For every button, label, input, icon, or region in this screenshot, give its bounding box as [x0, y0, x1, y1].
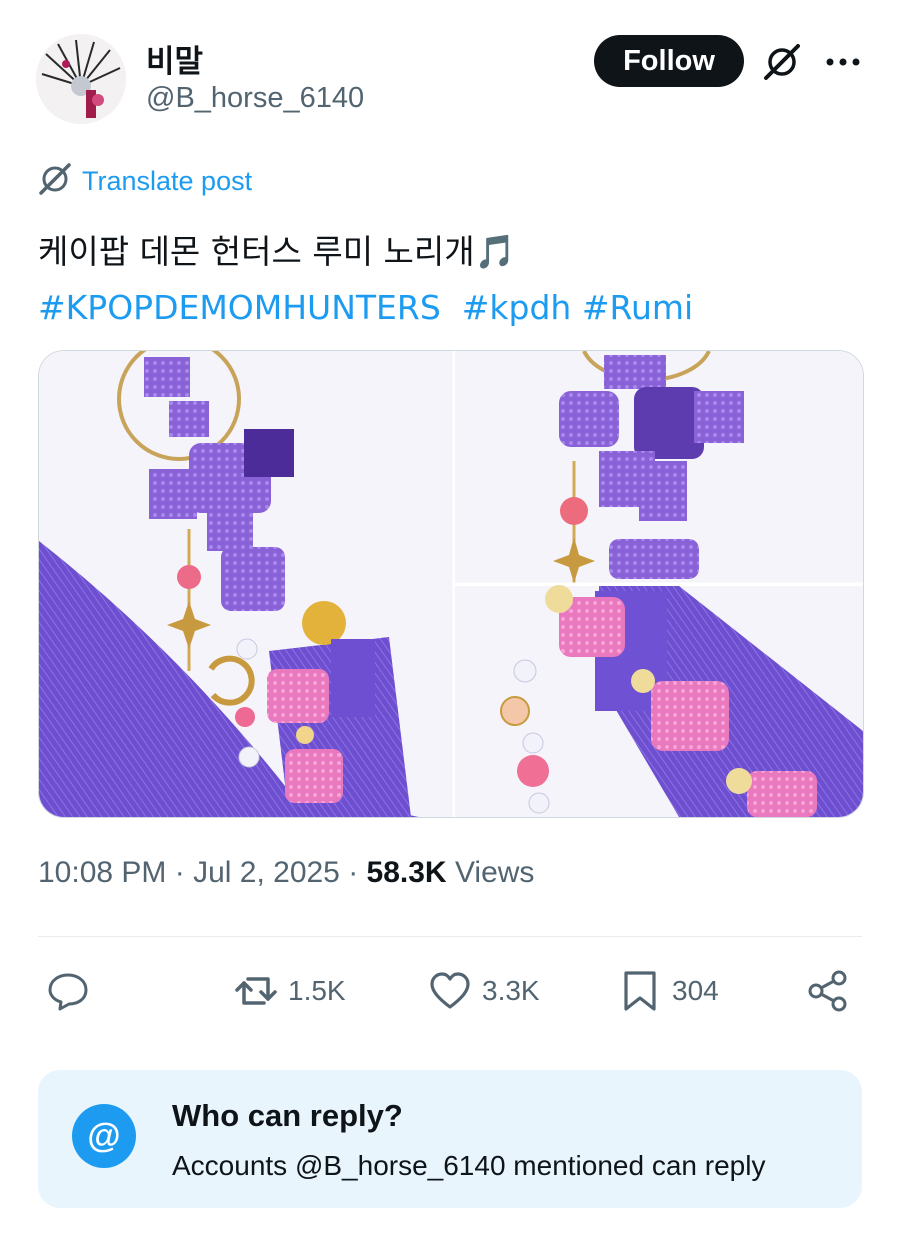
divider: [38, 936, 862, 937]
views-count: 58.3K: [366, 856, 447, 889]
translate-icon: [38, 162, 72, 201]
bookmark-count: 304: [672, 975, 719, 1006]
more-icon[interactable]: [822, 44, 864, 80]
translate-post-link[interactable]: Translate post: [38, 162, 252, 201]
like-count: 3.3K: [482, 975, 540, 1006]
follow-button[interactable]: Follow: [594, 35, 744, 87]
reply-settings-title: Who can reply?: [172, 1098, 403, 1133]
at-icon: @: [72, 1104, 136, 1168]
media-image-2[interactable]: [455, 351, 863, 583]
views-label: Views: [454, 856, 535, 889]
post-body: 케이팝 데몬 헌터스 루미 노리개: [38, 232, 475, 271]
repost-count: 1.5K: [288, 975, 346, 1006]
post-meta: 10:08 PM · Jul 2, 2025 · 58.3K Views: [38, 856, 534, 890]
separator-dot: ·: [348, 856, 367, 889]
separator-dot: ·: [174, 856, 194, 889]
hashtag-link[interactable]: #KPOPDEMOMHUNTERS: [38, 288, 441, 327]
hashtag-link[interactable]: #Rumi: [582, 288, 693, 327]
post-time[interactable]: 10:08 PM: [38, 856, 166, 889]
grok-icon[interactable]: [762, 42, 802, 82]
post-text: 케이팝 데몬 헌터스 루미 노리개🎵 #KPOPDEMOMHUNTERS #kp…: [38, 224, 868, 336]
share-icon: [808, 970, 847, 1012]
music-note-emoji: 🎵: [474, 232, 516, 271]
repost-button[interactable]: 1.5K: [234, 962, 346, 1020]
like-button[interactable]: 3.3K: [428, 962, 540, 1020]
media-grid[interactable]: [38, 350, 864, 818]
reply-button[interactable]: [46, 962, 90, 1020]
display-name[interactable]: 비말: [146, 36, 203, 81]
reply-settings-subtitle: Accounts @B_horse_6140 mentioned can rep…: [172, 1150, 766, 1181]
bookmark-button[interactable]: 304: [618, 962, 719, 1020]
media-image-1[interactable]: [39, 351, 453, 817]
media-image-3[interactable]: [455, 585, 863, 817]
reply-icon: [48, 973, 88, 1011]
avatar[interactable]: [36, 34, 126, 124]
share-button[interactable]: [806, 962, 850, 1020]
bookmark-icon: [624, 971, 656, 1011]
reply-settings-banner: @ Who can reply? Accounts @B_horse_6140 …: [38, 1070, 862, 1208]
handle[interactable]: @B_horse_6140: [146, 82, 364, 115]
hashtag-link[interactable]: #kpdh: [462, 288, 572, 327]
like-icon: [430, 972, 470, 1009]
repost-icon: [235, 977, 277, 1005]
post-date[interactable]: Jul 2, 2025: [193, 856, 340, 889]
translate-post-label[interactable]: Translate post: [82, 166, 252, 197]
